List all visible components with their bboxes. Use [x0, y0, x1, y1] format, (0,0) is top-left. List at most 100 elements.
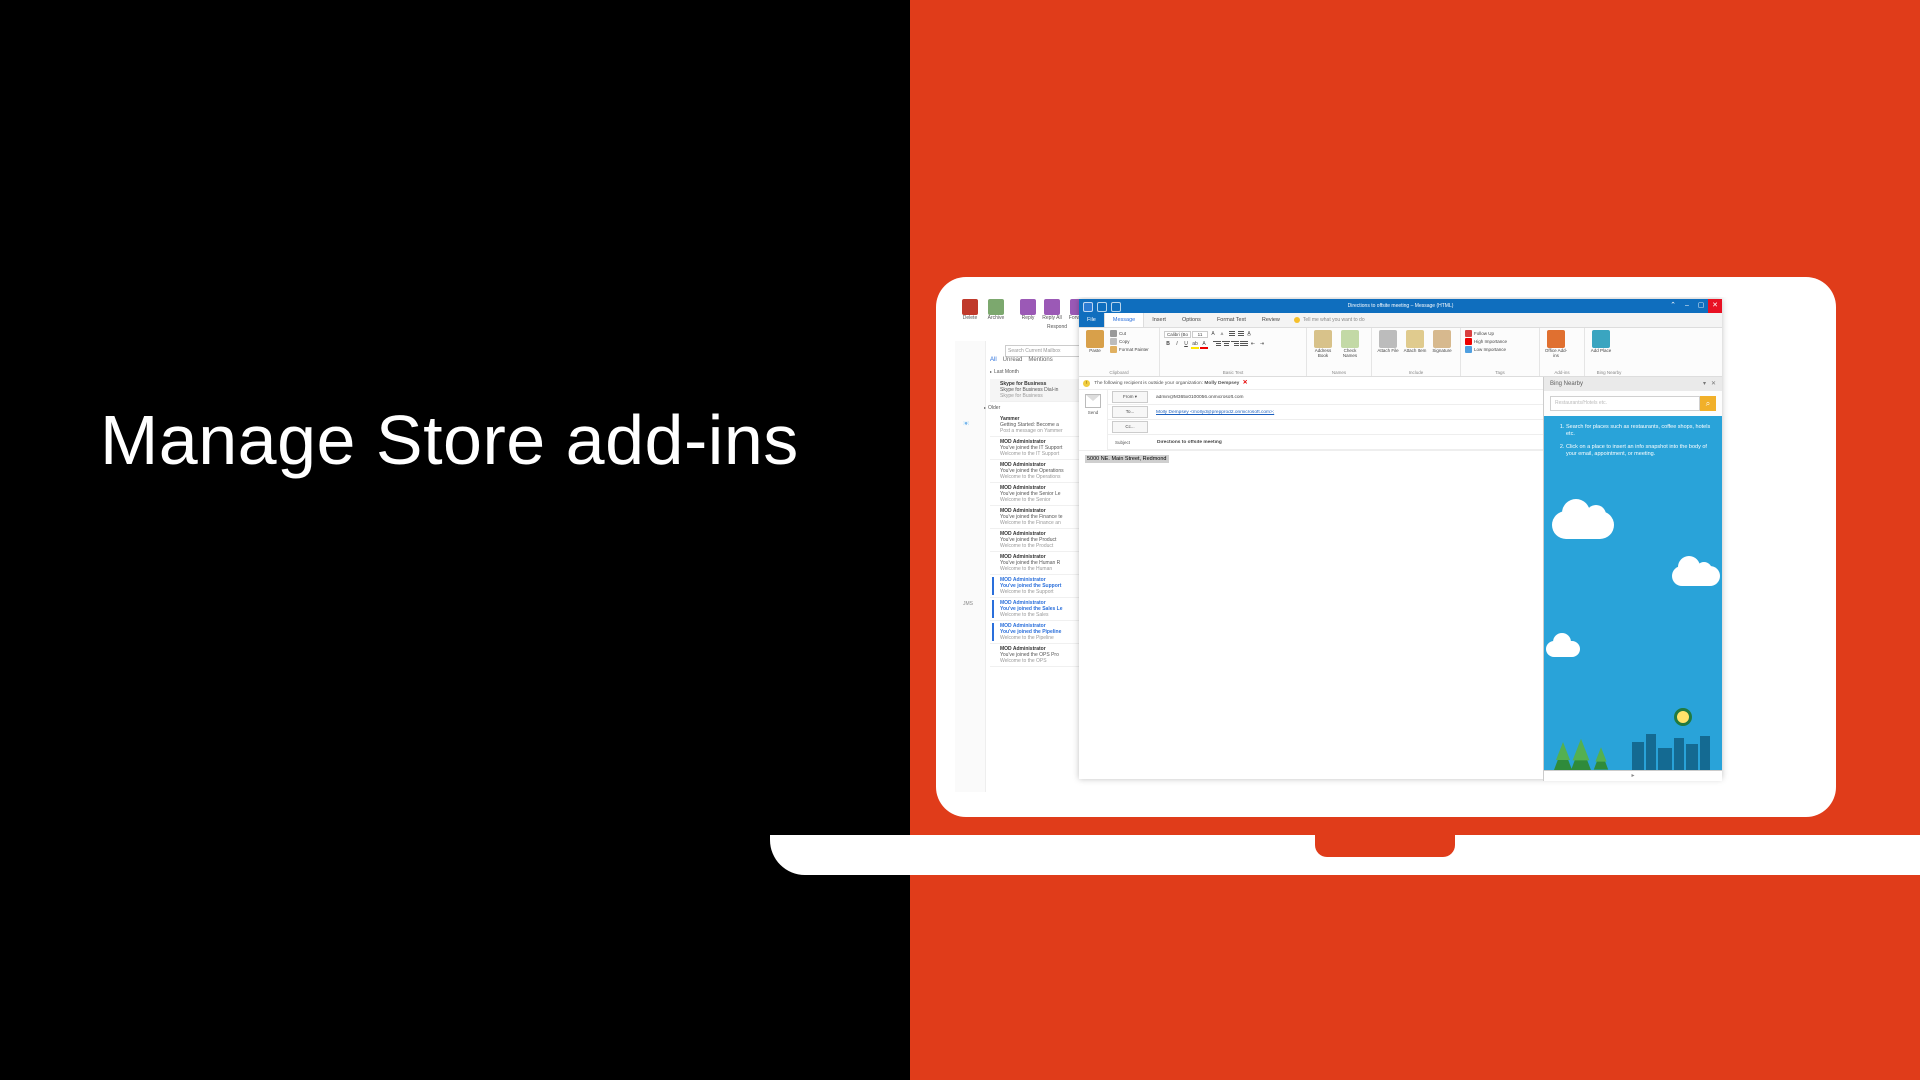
- cut-button[interactable]: Cut: [1110, 330, 1149, 337]
- italic-button[interactable]: I: [1173, 340, 1181, 348]
- archive-icon: [988, 299, 1004, 315]
- numbering-button[interactable]: [1236, 330, 1244, 338]
- reply-label: Reply: [1022, 315, 1035, 321]
- pane-title-bar[interactable]: Bing Nearby ▾ ✕: [1544, 377, 1722, 391]
- format-painter-button[interactable]: Format Painter: [1110, 346, 1149, 353]
- lightbulb-icon: [1294, 317, 1300, 323]
- cut-label: Cut: [1119, 331, 1126, 336]
- pane-search-input[interactable]: Restaurants/Hotels etc.: [1550, 396, 1700, 411]
- attach-item-button[interactable]: Attach Item: [1403, 330, 1427, 354]
- undo-icon[interactable]: [1097, 302, 1107, 312]
- highlight-button[interactable]: ab: [1191, 340, 1199, 348]
- tab-review[interactable]: Review: [1254, 313, 1288, 327]
- selected-text[interactable]: 5000 NE. Main Street, Redmond: [1085, 455, 1169, 463]
- align-left-button[interactable]: [1213, 340, 1221, 348]
- from-label: From: [1123, 394, 1134, 399]
- add-place-label: Add Place: [1591, 348, 1612, 353]
- font-color-button[interactable]: A: [1200, 340, 1208, 348]
- copy-icon: [1110, 338, 1117, 345]
- underline-button[interactable]: U: [1182, 340, 1190, 348]
- pane-resize-handle[interactable]: ▸: [1544, 770, 1722, 781]
- message-filters: All Unread Mentions: [990, 357, 1053, 363]
- filter-unread[interactable]: Unread: [1003, 357, 1023, 363]
- bold-button[interactable]: B: [1164, 340, 1172, 348]
- title-bar[interactable]: Directions to offsite meeting – Message …: [1079, 299, 1722, 313]
- tab-file[interactable]: File: [1079, 313, 1104, 327]
- to-button[interactable]: To...: [1112, 406, 1148, 418]
- decrease-indent-button[interactable]: ⇤: [1249, 340, 1257, 348]
- follow-up-button[interactable]: Follow Up: [1465, 330, 1507, 337]
- remove-recipient-button[interactable]: ✕: [1243, 380, 1248, 386]
- info-bar-recipient: Molly Dempsey: [1204, 381, 1239, 386]
- attach-file-button[interactable]: Attach File: [1376, 330, 1400, 354]
- slide-title: Manage Store add-ins: [100, 400, 799, 480]
- high-importance-button[interactable]: High Importance: [1465, 338, 1507, 345]
- cc-button[interactable]: Cc...: [1112, 421, 1148, 433]
- reply-all-label: Reply All: [1042, 315, 1061, 321]
- check-names-icon: [1341, 330, 1359, 348]
- check-names-button[interactable]: Check Names: [1338, 330, 1362, 359]
- paste-button[interactable]: Paste: [1083, 330, 1107, 354]
- archive-button[interactable]: Archive: [983, 299, 1009, 322]
- align-justify-button[interactable]: [1240, 340, 1248, 348]
- save-icon[interactable]: [1083, 302, 1093, 312]
- low-importance-button[interactable]: Low Importance: [1465, 346, 1507, 353]
- signature-button[interactable]: Signature: [1430, 330, 1454, 354]
- font-size-dropdown[interactable]: 11: [1192, 331, 1208, 338]
- maximize-button[interactable]: ▢: [1694, 299, 1708, 313]
- paste-label: Paste: [1089, 348, 1101, 353]
- ribbon-tabs: File Message Insert Options Format Text …: [1079, 313, 1722, 328]
- compose-body: ! The following recipient is outside you…: [1079, 377, 1722, 781]
- increase-font-button[interactable]: A: [1209, 330, 1217, 338]
- copy-button[interactable]: Copy: [1110, 338, 1149, 345]
- tell-me-search[interactable]: Tell me what you want to do: [1294, 313, 1365, 327]
- align-center-button[interactable]: [1222, 340, 1230, 348]
- respond-label: Respond: [1047, 324, 1067, 330]
- group-basic-text: Calibri (Bo 11 A A A̲ B I U ab: [1160, 328, 1307, 376]
- instruction-2: Click on a place to insert an info snaps…: [1566, 444, 1712, 459]
- reply-all-button[interactable]: Reply All: [1039, 299, 1065, 322]
- close-button[interactable]: ✕: [1708, 299, 1722, 313]
- folder-rail[interactable]: 📧 JMS: [955, 341, 986, 792]
- archive-label: Archive: [988, 315, 1005, 321]
- minimize-button[interactable]: –: [1680, 299, 1694, 313]
- address-book-button[interactable]: Address Book: [1311, 330, 1335, 359]
- trash-icon: [962, 299, 978, 315]
- tab-message[interactable]: Message: [1104, 313, 1144, 327]
- pane-menu-button[interactable]: ▾: [1703, 377, 1706, 391]
- window-controls: ⌃ – ▢ ✕: [1666, 299, 1722, 313]
- bullets-button[interactable]: [1227, 330, 1235, 338]
- redo-icon[interactable]: [1111, 302, 1121, 312]
- send-button[interactable]: Send: [1079, 390, 1108, 450]
- group-names: Address Book Check Names Names: [1307, 328, 1372, 376]
- decrease-font-button[interactable]: A: [1218, 330, 1226, 338]
- pane-search-button[interactable]: ⌕: [1700, 396, 1716, 411]
- filter-all[interactable]: All: [990, 357, 997, 363]
- add-place-button[interactable]: Add Place: [1589, 330, 1613, 354]
- from-button[interactable]: From ▾: [1112, 391, 1148, 403]
- basic-text-group-label: Basic Text: [1164, 370, 1302, 376]
- group-include: Attach File Attach Item Signature Includ…: [1372, 328, 1461, 376]
- font-name-dropdown[interactable]: Calibri (Bo: [1164, 331, 1191, 338]
- delete-button[interactable]: Delete: [957, 299, 983, 322]
- styles-button[interactable]: A̲: [1245, 330, 1253, 338]
- group-last-month[interactable]: Last Month: [990, 369, 1019, 375]
- high-importance-label: High Importance: [1474, 339, 1507, 344]
- pane-instructions: Search for places such as restaurants, c…: [1544, 416, 1722, 770]
- align-right-button[interactable]: [1231, 340, 1239, 348]
- increase-indent-button[interactable]: ⇥: [1258, 340, 1266, 348]
- tab-options[interactable]: Options: [1174, 313, 1209, 327]
- tab-format-text[interactable]: Format Text: [1209, 313, 1254, 327]
- filter-mentions[interactable]: Mentions: [1028, 357, 1052, 363]
- address-book-icon: [1314, 330, 1332, 348]
- tab-insert[interactable]: Insert: [1144, 313, 1174, 327]
- warning-icon: !: [1083, 380, 1090, 387]
- pane-close-button[interactable]: ✕: [1711, 377, 1716, 391]
- include-group-label: Include: [1376, 370, 1456, 376]
- office-addins-button[interactable]: Office Add-ins: [1544, 330, 1568, 359]
- ribbon-options-button[interactable]: ⌃: [1666, 299, 1680, 313]
- office-addins-label: Office Add-ins: [1545, 348, 1567, 358]
- delete-label: Delete: [963, 315, 977, 321]
- reply-button[interactable]: Reply: [1015, 299, 1041, 322]
- sun-illustration: [1674, 708, 1692, 726]
